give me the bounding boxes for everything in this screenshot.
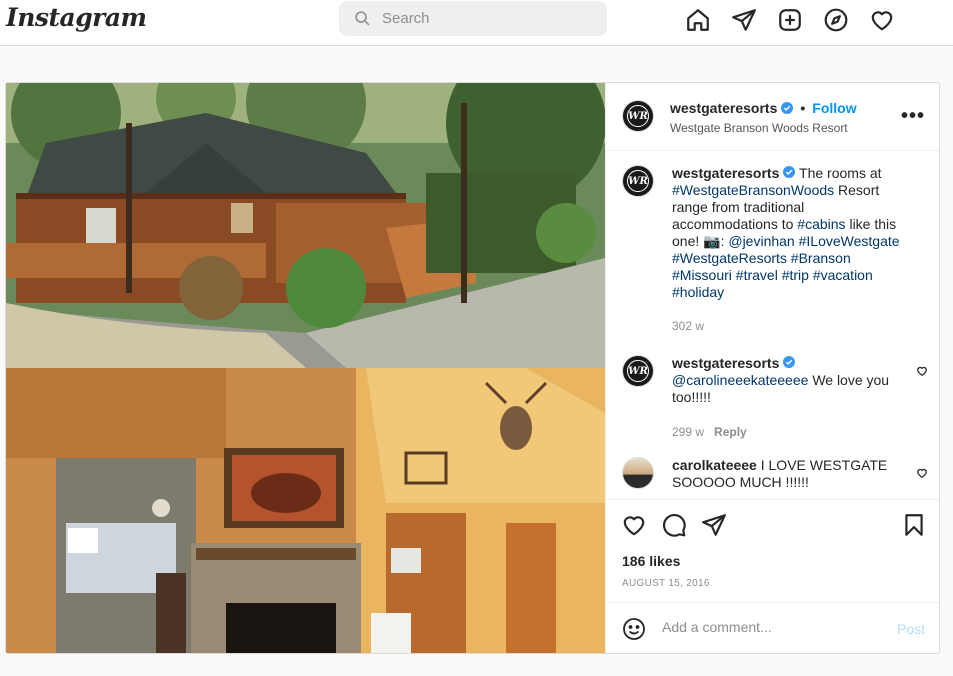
likes-count[interactable]: 186 likes — [622, 553, 680, 569]
top-nav-icons — [684, 6, 914, 34]
instagram-logo[interactable]: Instagram — [6, 3, 147, 32]
comment-text: westgateresorts @carolineeekateeeee We l… — [672, 355, 900, 406]
like-heart-icon[interactable] — [621, 512, 647, 538]
like-comment-heart-icon[interactable] — [916, 467, 928, 479]
verified-badge-icon — [781, 102, 794, 114]
post-sidebar: WR westgateresorts • Follow Westgate Bra… — [605, 83, 939, 653]
verified-badge-icon — [783, 166, 796, 178]
comments-list: WR westgateresorts The rooms at #Westgat… — [606, 151, 939, 499]
author-avatar[interactable]: WR — [622, 100, 654, 132]
more-options-icon[interactable]: ••• — [901, 105, 925, 128]
search-box[interactable] — [339, 1, 607, 36]
caption-age: 302 w — [672, 319, 705, 333]
mention-link[interactable]: @carolineeekateeeee — [672, 372, 808, 388]
comment-input[interactable] — [662, 619, 882, 635]
activity-heart-icon[interactable] — [868, 6, 896, 34]
commenter-username[interactable]: westgateresorts — [672, 355, 779, 371]
emoji-icon[interactable] — [622, 617, 646, 641]
new-post-icon[interactable] — [776, 6, 804, 34]
post-comment-button[interactable]: Post — [897, 621, 925, 637]
like-comment-heart-icon[interactable] — [916, 365, 928, 377]
follow-button[interactable]: Follow — [812, 100, 856, 116]
post-date: AUGUST 15, 2016 — [622, 578, 710, 589]
share-icon[interactable] — [701, 512, 727, 538]
home-icon[interactable] — [684, 6, 712, 34]
hashtag-link[interactable]: #cabins — [797, 216, 845, 232]
explore-icon[interactable] — [822, 6, 850, 34]
post-photo[interactable] — [6, 83, 605, 653]
caption-text-part: The rooms at — [799, 165, 882, 181]
post-card: WR westgateresorts • Follow Westgate Bra… — [5, 82, 940, 654]
cabin-exterior-image — [6, 83, 605, 368]
comment-bubble-icon[interactable] — [661, 512, 687, 538]
caption-username[interactable]: westgateresorts — [672, 165, 779, 181]
top-navigation-bar: Instagram — [0, 0, 953, 46]
cabin-interior-image — [6, 368, 605, 653]
comment-meta: 299 w Reply — [672, 425, 747, 439]
separator-dot: • — [800, 100, 806, 116]
search-input[interactable] — [382, 10, 582, 27]
post-header: WR westgateresorts • Follow Westgate Bra… — [606, 83, 939, 151]
commenter-username[interactable]: carolkateeee — [672, 457, 757, 473]
author-line: westgateresorts • Follow — [670, 100, 857, 116]
verified-badge-icon — [783, 356, 796, 368]
caption-text: westgateresorts The rooms at #WestgateBr… — [672, 165, 900, 301]
comment-text: carolkateeee I LOVE WESTGATE SOOOOO MUCH… — [672, 457, 900, 491]
hashtag-link[interactable]: #WestgateBransonWoods — [672, 182, 834, 198]
commenter-avatar[interactable] — [622, 457, 654, 489]
author-username[interactable]: westgateresorts — [670, 100, 777, 116]
direct-message-icon[interactable] — [730, 6, 758, 34]
search-icon — [355, 11, 370, 26]
avatar-monogram: WR — [627, 105, 649, 127]
post-actions: 186 likes AUGUST 15, 2016 — [606, 499, 939, 599]
post-location[interactable]: Westgate Branson Woods Resort — [670, 121, 848, 135]
save-bookmark-icon[interactable] — [901, 512, 927, 538]
mention-link[interactable]: @jevinhan — [728, 233, 794, 249]
comment-age: 299 w — [672, 425, 705, 439]
caption-avatar[interactable]: WR — [622, 165, 654, 197]
reply-button[interactable]: Reply — [714, 425, 747, 439]
commenter-avatar[interactable]: WR — [622, 355, 654, 387]
comment-item: carolkateeee I LOVE WESTGATE SOOOOO MUCH… — [622, 457, 932, 491]
add-comment-bar: Post — [606, 602, 939, 653]
